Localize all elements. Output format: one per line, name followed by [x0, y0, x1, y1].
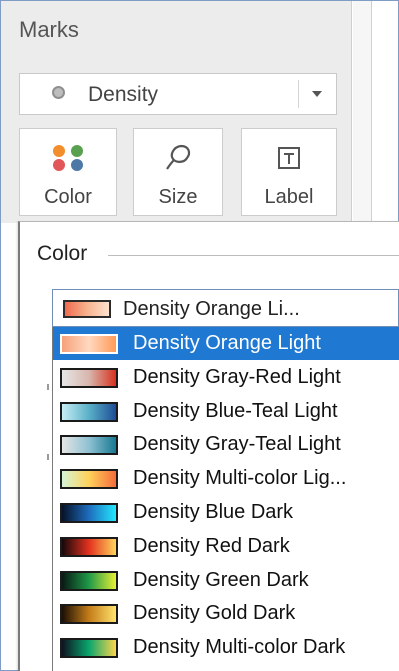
palette-item[interactable]: Density Red Dark	[53, 530, 399, 563]
palette-selected-label: Density Orange Li...	[123, 298, 300, 320]
palette-swatch	[60, 536, 118, 557]
dialog-title: Color	[37, 242, 88, 265]
background-marks	[47, 334, 49, 664]
palette-label: Density Gray-Teal Light	[133, 433, 341, 456]
dropdown-divider	[298, 80, 299, 108]
marks-title: Marks	[19, 17, 79, 42]
circle-icon	[52, 86, 65, 99]
marks-card: Marks Density Color Size Label	[1, 1, 352, 223]
palette-label: Density Multi-color Dark	[133, 636, 346, 659]
palette-label: Density Gold Dark	[133, 602, 296, 625]
canvas-divider	[371, 1, 372, 223]
mark-type-dropdown[interactable]: Density	[19, 73, 337, 115]
palette-label: Density Orange Light	[133, 332, 321, 354]
palette-swatch	[60, 570, 118, 591]
palette-item[interactable]: Density Multi-color Lig...	[53, 462, 399, 495]
palette-item[interactable]: Density Gray-Red Light	[53, 361, 399, 394]
palette-item[interactable]: Density Multi-color Dark	[53, 631, 399, 664]
palette-item[interactable]: Density Orange Light	[53, 327, 399, 360]
label-card-label: Label	[264, 186, 314, 208]
palette-label: Density Red Dark	[133, 534, 290, 557]
palette-label: Density Gray-Red Light	[133, 365, 341, 388]
palette-dropdown[interactable]: Density Orange Li...	[52, 289, 399, 327]
text-box-icon	[274, 143, 304, 178]
palette-swatch	[60, 367, 118, 388]
palette-swatch	[60, 503, 118, 523]
palette-label: Density Blue Dark	[133, 501, 294, 523]
size-card-button[interactable]: Size	[133, 128, 223, 216]
palette-item[interactable]: Density Gold Dark	[53, 597, 399, 630]
palette-swatch	[60, 469, 118, 490]
color-dots-icon	[51, 143, 85, 178]
canvas-edge	[353, 1, 371, 223]
color-card-label: Color	[44, 186, 92, 208]
palette-swatch	[60, 604, 118, 625]
palette-item[interactable]: Density Gray-Teal Light	[53, 428, 399, 461]
palette-item[interactable]: Density Blue Dark	[53, 496, 399, 529]
label-card-button[interactable]: Label	[241, 128, 337, 216]
palette-swatch	[60, 401, 118, 422]
palette-item[interactable]: Density Blue-Teal Light	[53, 395, 399, 428]
palette-label: Density Blue-Teal Light	[133, 399, 338, 422]
palette-label: Density Green Dark	[133, 568, 309, 591]
chevron-down-icon[interactable]	[312, 91, 322, 97]
palette-label: Density Multi-color Lig...	[133, 467, 347, 490]
lasso-icon	[164, 143, 192, 178]
palette-list[interactable]: Density Orange Light Density Gray-Red Lig…	[52, 327, 399, 671]
palette-swatch	[60, 435, 118, 456]
palette-swatch	[63, 300, 111, 318]
dialog-title-rule	[108, 255, 399, 256]
palette-item[interactable]: Density Green Dark	[53, 564, 399, 597]
mark-type-label: Density	[88, 83, 159, 106]
palette-swatch	[60, 638, 118, 659]
size-card-label: Size	[158, 186, 198, 208]
palette-swatch	[60, 334, 118, 354]
color-card-button[interactable]: Color	[19, 128, 117, 216]
